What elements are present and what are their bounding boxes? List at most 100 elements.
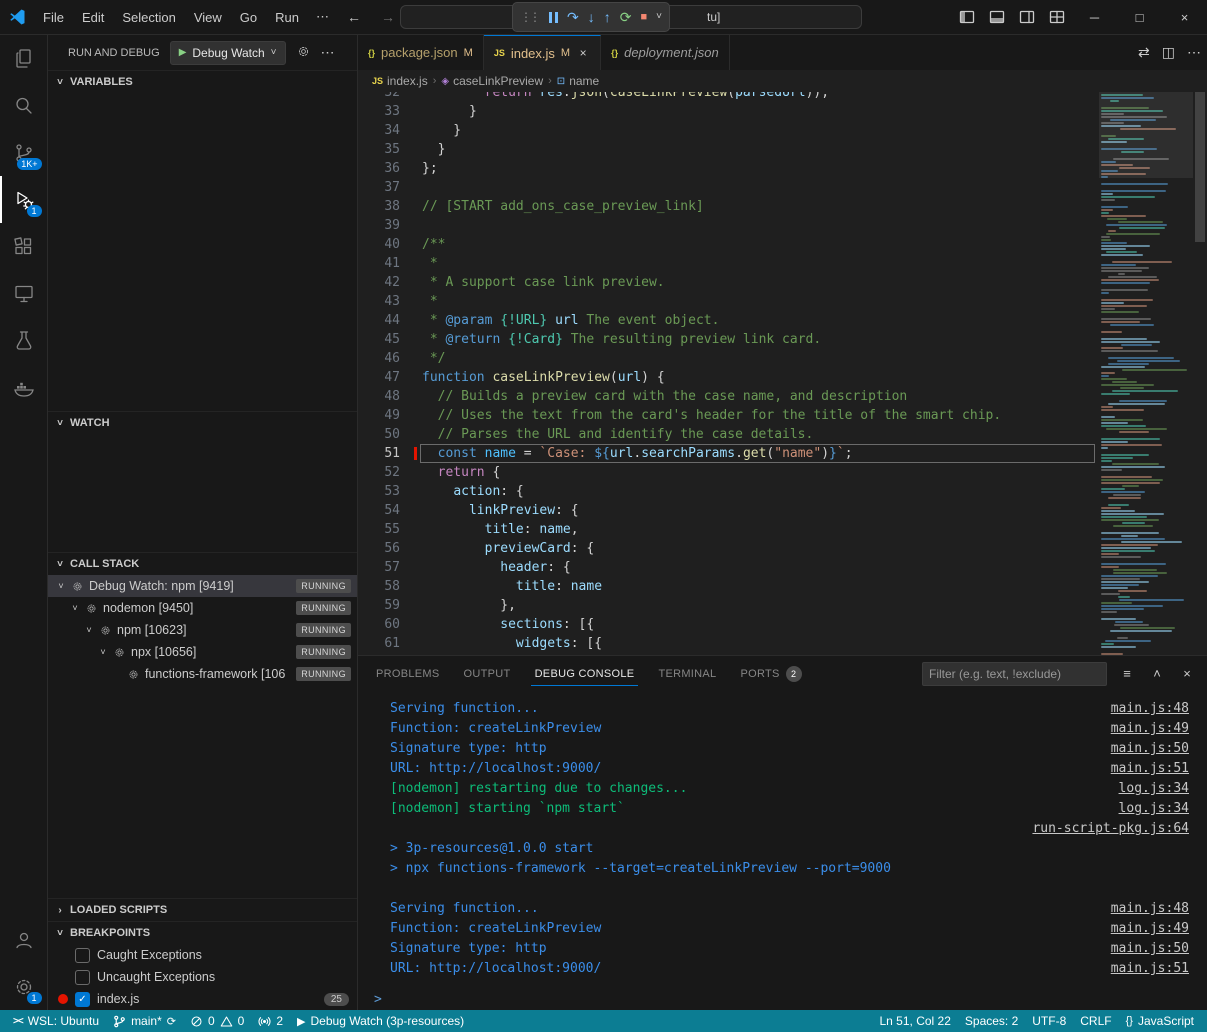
console-source-link[interactable]: main.js:51 xyxy=(1111,759,1189,779)
line-number[interactable]: 38 xyxy=(358,197,400,216)
close-tab-icon[interactable]: × xyxy=(576,46,590,60)
remote-indicator[interactable]: >< WSL: Ubuntu xyxy=(6,1010,106,1032)
line-number[interactable]: 51 xyxy=(358,444,400,463)
console-source-link[interactable]: main.js:51 xyxy=(1111,959,1189,979)
editor-more-actions-icon[interactable]: ⋯ xyxy=(1187,44,1201,61)
console-source-link[interactable]: main.js:49 xyxy=(1111,919,1189,939)
extensions-icon[interactable] xyxy=(0,223,48,270)
line-number[interactable]: 45 xyxy=(358,330,400,349)
panel-tab-ports[interactable]: PORTS2 xyxy=(736,656,805,691)
line-number[interactable]: 59 xyxy=(358,596,400,615)
breakpoint-row[interactable]: ✓index.js25 xyxy=(48,988,357,1010)
console-filter-input[interactable] xyxy=(922,662,1107,686)
menu-file[interactable]: File xyxy=(34,6,73,29)
callstack-row[interactable]: ˅npx [10656]RUNNING xyxy=(48,641,357,663)
callstack-row[interactable]: ˅npm [10623]RUNNING xyxy=(48,619,357,641)
problems-status[interactable]: 0 0 xyxy=(183,1010,251,1032)
line-number[interactable]: 47 xyxy=(358,368,400,387)
step-over-button[interactable]: ↷ xyxy=(567,10,579,24)
minimize-button[interactable]: ─ xyxy=(1072,0,1117,34)
line-number[interactable]: 35 xyxy=(358,140,400,159)
tab-deployment.json[interactable]: {}deployment.json xyxy=(601,35,730,70)
debug-launch-select[interactable]: ▶ Debug Watch ˅ xyxy=(170,41,286,65)
line-number[interactable]: 33 xyxy=(358,102,400,121)
breakpoint-checkbox[interactable]: ✓ xyxy=(75,992,90,1007)
indentation-status[interactable]: Spaces: 2 xyxy=(958,1010,1025,1032)
console-source-link[interactable]: main.js:48 xyxy=(1111,699,1189,719)
open-launch-json-gear-icon[interactable] xyxy=(296,44,311,62)
line-number[interactable]: 52 xyxy=(358,463,400,482)
line-number[interactable]: 48 xyxy=(358,387,400,406)
cursor-position[interactable]: Ln 51, Col 22 xyxy=(873,1010,958,1032)
line-number[interactable]: 49 xyxy=(358,406,400,425)
stop-button[interactable]: ■ xyxy=(640,12,647,23)
debug-session-picker[interactable]: ˅ xyxy=(656,12,662,22)
panel-tab-problems[interactable]: PROBLEMS xyxy=(372,656,444,691)
breakpoint-checkbox[interactable] xyxy=(75,970,90,985)
maximize-panel-icon[interactable]: ˄ xyxy=(1147,666,1167,681)
callstack-row[interactable]: functions-framework [106...RUNNING xyxy=(48,663,357,685)
debug-console-input[interactable]: > xyxy=(358,990,1207,1010)
vertical-scrollbar[interactable] xyxy=(1193,92,1207,655)
callstack-row[interactable]: ˅nodemon [9450]RUNNING xyxy=(48,597,357,619)
line-number[interactable]: 54 xyxy=(358,501,400,520)
section-header-variables[interactable]: ˅VARIABLES xyxy=(48,71,357,93)
navigate-back-button[interactable]: ← xyxy=(337,5,371,29)
testing-icon[interactable] xyxy=(0,317,48,364)
console-source-link[interactable]: main.js:50 xyxy=(1111,739,1189,759)
console-source-link[interactable]: log.js:34 xyxy=(1119,779,1189,799)
views-more-actions-icon[interactable]: ⋯ xyxy=(321,44,335,61)
breadcrumb-item[interactable]: caseLinkPreview xyxy=(453,74,543,88)
toggle-primary-sidebar-icon[interactable] xyxy=(952,0,982,34)
panel-tab-terminal[interactable]: TERMINAL xyxy=(654,656,720,691)
line-number[interactable]: 46 xyxy=(358,349,400,368)
line-number[interactable]: 39 xyxy=(358,216,400,235)
customize-layout-icon[interactable] xyxy=(1042,0,1072,34)
line-number[interactable]: 42 xyxy=(358,273,400,292)
debug-status[interactable]: ▶ Debug Watch (3p-resources) xyxy=(290,1010,471,1032)
console-source-link[interactable]: main.js:48 xyxy=(1111,899,1189,919)
restart-button[interactable]: ⟳ xyxy=(620,10,632,24)
source-control-icon[interactable]: 1K+ xyxy=(0,129,48,176)
language-status[interactable]: {} JavaScript xyxy=(1119,1010,1201,1032)
line-number[interactable]: 34 xyxy=(358,121,400,140)
section-header-watch[interactable]: ˅WATCH xyxy=(48,412,357,434)
line-number[interactable]: 61 xyxy=(358,634,400,653)
menu-selection[interactable]: Selection xyxy=(113,6,184,29)
settings-gear-icon[interactable]: 1 xyxy=(0,963,48,1010)
line-number[interactable]: 53 xyxy=(358,482,400,501)
breakpoint-row[interactable]: Caught Exceptions xyxy=(48,944,357,966)
minimap-slider[interactable] xyxy=(1099,92,1193,178)
line-number[interactable]: 36 xyxy=(358,159,400,178)
breakpoint-row[interactable]: Uncaught Exceptions xyxy=(48,966,357,988)
compare-changes-icon[interactable]: ⇄ xyxy=(1138,44,1150,61)
menu-view[interactable]: View xyxy=(185,6,231,29)
encoding-status[interactable]: UTF-8 xyxy=(1025,1010,1073,1032)
close-panel-icon[interactable]: × xyxy=(1177,666,1197,681)
step-into-button[interactable]: ↓ xyxy=(588,10,595,24)
toggle-panel-icon[interactable] xyxy=(982,0,1012,34)
line-number[interactable]: 32 xyxy=(358,92,400,102)
console-source-link[interactable]: log.js:34 xyxy=(1119,799,1189,819)
line-number[interactable]: 43 xyxy=(358,292,400,311)
section-header-loaded-scripts[interactable]: ›LOADED SCRIPTS xyxy=(48,899,357,921)
panel-tab-debug-console[interactable]: DEBUG CONSOLE xyxy=(531,656,639,691)
menu-edit[interactable]: Edit xyxy=(73,6,113,29)
filter-options-icon[interactable]: ≡ xyxy=(1117,666,1137,681)
tab-index.js[interactable]: JSindex.jsM× xyxy=(484,35,601,70)
breadcrumb-item[interactable]: index.js xyxy=(387,74,428,88)
section-header-breakpoints[interactable]: ˅BREAKPOINTS xyxy=(48,922,357,944)
line-number[interactable]: 37 xyxy=(358,178,400,197)
console-source-link[interactable]: main.js:49 xyxy=(1111,719,1189,739)
split-editor-icon[interactable]: ◫ xyxy=(1162,44,1175,61)
menu-go[interactable]: Go xyxy=(231,6,266,29)
code-editor[interactable]: 32 return res.json(caseLinkPreview(parse… xyxy=(358,92,1207,655)
console-source-link[interactable]: main.js:50 xyxy=(1111,939,1189,959)
remote-explorer-icon[interactable] xyxy=(0,270,48,317)
line-number[interactable]: 41 xyxy=(358,254,400,273)
menu-overflow-button[interactable]: ⋯ xyxy=(308,5,337,29)
eol-status[interactable]: CRLF xyxy=(1073,1010,1118,1032)
line-number[interactable]: 58 xyxy=(358,577,400,596)
line-number[interactable]: 50 xyxy=(358,425,400,444)
breakpoint-checkbox[interactable] xyxy=(75,948,90,963)
